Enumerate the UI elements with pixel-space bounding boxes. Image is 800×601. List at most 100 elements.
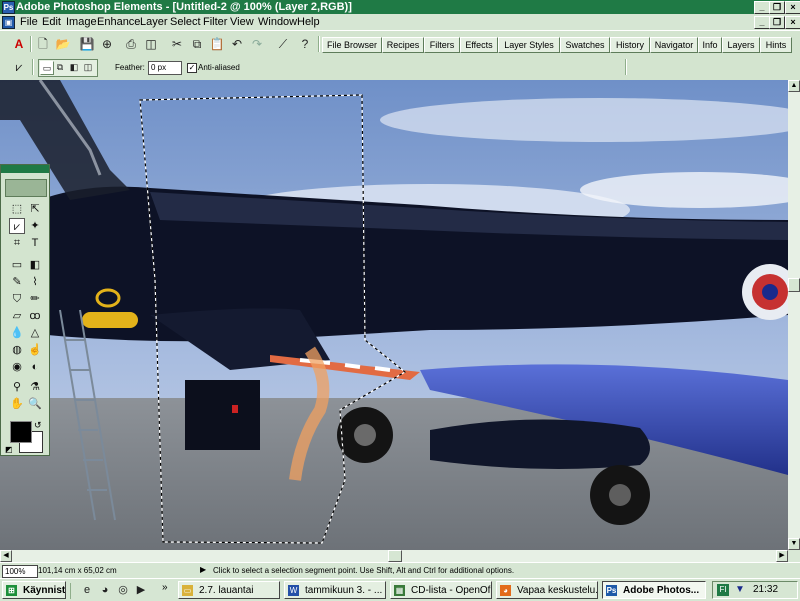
tab-filters[interactable]: Filters: [424, 37, 460, 53]
marquee-tool-icon[interactable]: ⬚: [9, 201, 25, 217]
paste-icon[interactable]: 📋: [208, 35, 226, 53]
smudge-tool-icon[interactable]: ☝: [27, 342, 43, 358]
menu-image[interactable]: Image: [66, 15, 97, 29]
vertical-scrollbar[interactable]: ▲ ▼: [788, 80, 800, 550]
open-folder-icon[interactable]: 📂: [54, 35, 72, 53]
polygonal-lasso-icon[interactable]: ⩗: [10, 58, 28, 76]
blur-tool-icon[interactable]: 💧: [9, 325, 25, 341]
scroll-left-arrow-icon[interactable]: ◀: [0, 550, 12, 562]
language-indicator[interactable]: FI: [717, 584, 729, 596]
horizontal-scrollbar[interactable]: ◀ ▶: [0, 550, 788, 562]
subtract-from-selection-icon[interactable]: ◧: [68, 61, 80, 73]
tab-swatches[interactable]: Swatches: [560, 37, 610, 53]
scroll-right-arrow-icon[interactable]: ▶: [776, 550, 788, 562]
new-file-icon[interactable]: 🗋: [34, 35, 52, 53]
menu-edit[interactable]: Edit: [42, 15, 61, 29]
cut-icon[interactable]: ✂: [168, 35, 186, 53]
magic-wand-tool-icon[interactable]: ✦: [27, 218, 43, 234]
menu-file[interactable]: File: [20, 15, 38, 29]
hand-tool-icon[interactable]: ✋: [9, 396, 25, 412]
tab-layers[interactable]: Layers: [722, 37, 760, 53]
document-icon[interactable]: ▣: [2, 16, 15, 29]
outlook-quicklaunch-icon[interactable]: ◎: [114, 581, 132, 599]
eraser-tool-icon[interactable]: ▱: [9, 308, 25, 324]
crop-tool-icon[interactable]: ⌗: [9, 235, 25, 251]
print-preview-icon[interactable]: ◫: [142, 35, 160, 53]
add-to-selection-icon[interactable]: ⧉: [54, 61, 66, 73]
quicklaunch-more-icon[interactable]: »: [162, 582, 168, 593]
doc-minimize-button[interactable]: _: [754, 16, 770, 29]
sharpen-tool-icon[interactable]: △: [27, 325, 43, 341]
swap-colors-icon[interactable]: ↺: [34, 420, 42, 431]
default-colors-icon[interactable]: ◩: [5, 445, 13, 454]
task-button-openoffice[interactable]: ▦ CD-lista - OpenOf...: [390, 581, 492, 599]
status-arrow-icon[interactable]: ▶: [200, 565, 206, 574]
redo-icon[interactable]: ↷: [248, 35, 266, 53]
firefox-quicklaunch-icon[interactable]: ◕: [96, 581, 114, 599]
pencil-tool-icon[interactable]: ✏: [27, 291, 43, 307]
scroll-up-arrow-icon[interactable]: ▲: [788, 80, 800, 92]
menu-filter[interactable]: Filter: [203, 15, 227, 29]
dodge-burn-tool-icon[interactable]: ◐: [27, 359, 43, 375]
task-button-firefox[interactable]: ◕ Vapaa keskustelu...: [496, 581, 598, 599]
lasso-tool-icon[interactable]: ⩗: [9, 218, 25, 234]
doc-close-button[interactable]: ×: [785, 16, 800, 29]
new-selection-icon[interactable]: ▭: [40, 61, 54, 75]
menu-select[interactable]: Select: [170, 15, 201, 29]
scroll-down-arrow-icon[interactable]: ▼: [788, 538, 800, 550]
tab-recipes[interactable]: Recipes: [382, 37, 424, 53]
tab-layer-styles[interactable]: Layer Styles: [498, 37, 560, 53]
restore-button[interactable]: ❐: [769, 1, 785, 14]
tab-file-browser[interactable]: File Browser: [322, 37, 382, 53]
clone-stamp-tool-icon[interactable]: ⚲: [9, 379, 25, 395]
copy-icon[interactable]: ⧉: [188, 35, 206, 53]
photoshop-app-icon[interactable]: Ps: [2, 1, 15, 14]
print-icon[interactable]: ⎙: [122, 35, 140, 53]
minimize-button[interactable]: _: [754, 1, 770, 14]
eye-logo-icon[interactable]: [5, 179, 47, 197]
red-eye-tool-icon[interactable]: ◉: [9, 359, 25, 375]
task-button-word[interactable]: W tammikuun 3. - ...: [284, 581, 386, 599]
intersect-selection-icon[interactable]: ◫: [82, 61, 94, 73]
impressionist-brush-tool-icon[interactable]: ꝏ: [27, 308, 43, 324]
paint-bucket-tool-icon[interactable]: ⛉: [9, 291, 25, 307]
sponge-tool-icon[interactable]: ◍: [9, 342, 25, 358]
shape-tool-icon[interactable]: ▭: [9, 257, 25, 273]
adobe-logo-icon[interactable]: A: [10, 35, 28, 53]
web-photo-gallery-icon[interactable]: ⟋: [274, 35, 292, 53]
help-icon[interactable]: ?: [296, 35, 314, 53]
undo-icon[interactable]: ↶: [228, 35, 246, 53]
move-tool-icon[interactable]: ⇱: [27, 201, 43, 217]
vertical-scroll-thumb[interactable]: [788, 278, 800, 292]
menu-window[interactable]: Window: [258, 15, 297, 29]
menu-view[interactable]: View: [230, 15, 254, 29]
toolbox-title-bar[interactable]: [1, 165, 49, 173]
tab-history[interactable]: History: [610, 37, 650, 53]
zoom-tool-icon[interactable]: 🔍: [27, 396, 43, 412]
gradient-tool-icon[interactable]: ◧: [27, 257, 43, 273]
document-canvas[interactable]: [0, 80, 788, 550]
clock[interactable]: 21:32: [753, 584, 778, 595]
close-button[interactable]: ×: [785, 1, 800, 14]
horizontal-scroll-thumb[interactable]: [388, 550, 402, 562]
eyedropper-tool-icon[interactable]: ⚗: [27, 379, 43, 395]
foreground-color-swatch[interactable]: [10, 421, 32, 443]
menu-help[interactable]: Help: [297, 15, 320, 29]
task-button-folder[interactable]: ▭ 2.7. lauantai: [178, 581, 280, 599]
tab-effects[interactable]: Effects: [460, 37, 498, 53]
feather-input[interactable]: 0 px: [148, 61, 182, 75]
zoom-level-field[interactable]: 100%: [2, 565, 38, 578]
media-quicklaunch-icon[interactable]: ▶: [132, 581, 150, 599]
tab-hints[interactable]: Hints: [760, 37, 792, 53]
task-button-photoshop[interactable]: Ps Adobe Photos...: [602, 581, 706, 599]
ie-quicklaunch-icon[interactable]: e: [78, 581, 96, 599]
doc-restore-button[interactable]: ❐: [769, 16, 785, 29]
menu-layer[interactable]: Layer: [140, 15, 168, 29]
tab-info[interactable]: Info: [698, 37, 722, 53]
brush-tool-icon[interactable]: ⌇: [27, 274, 43, 290]
network-tray-icon[interactable]: ▼: [735, 584, 745, 595]
menu-enhance[interactable]: Enhance: [97, 15, 140, 29]
type-tool-icon[interactable]: T: [27, 235, 43, 251]
start-button[interactable]: ⊞ Käynnistä: [2, 581, 66, 599]
save-icon[interactable]: 💾: [78, 35, 96, 53]
